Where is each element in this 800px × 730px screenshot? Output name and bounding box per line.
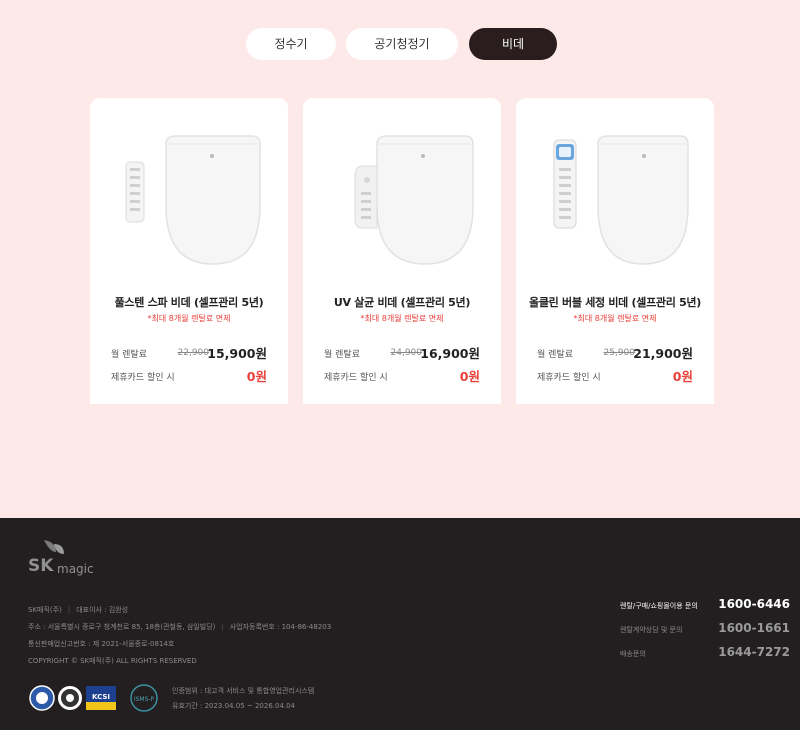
svg-text:KCSI: KCSI xyxy=(92,693,110,701)
site-footer: SK magic SK매직(주) | 대표이사 : 김완성 주소 : 서울특별시 종… xyxy=(0,518,800,730)
bidet-product-image xyxy=(553,135,689,265)
logo-magic-text: magic xyxy=(57,562,94,576)
business-number: 사업자등록번호 : 104-86-48203 xyxy=(229,623,332,631)
contact-rental-inquiry[interactable]: 렌탈/구매/쇼핑몰이용 문의 1600-6446 xyxy=(620,597,790,613)
svg-text:ISMS-P: ISMS-P xyxy=(134,696,155,703)
monthly-price-row: 월 렌탈료 25,900 21,900원 xyxy=(537,343,693,361)
product-promo: *최대 8개월 렌탈료 면제 xyxy=(360,314,444,323)
tab-bidet[interactable]: 비데 xyxy=(469,28,557,60)
ecommerce-line: 통신판매업신고번호 : 제 2021-서울종로-0814호 xyxy=(28,640,175,648)
product-card[interactable]: 올클린 버블 세정 비데 (셀프관리 5년) *최대 8개월 렌탈료 면제 월 … xyxy=(516,98,714,404)
monthly-label: 월 렌탈료 xyxy=(111,350,147,360)
contact-label: 렌탈계약상담 및 문의 xyxy=(620,626,683,634)
certification-badges: KCSI ISMS-P xyxy=(29,684,158,712)
card-discount-label: 제휴카드 할인 시 xyxy=(324,373,388,383)
contact-label: 렌탈/구매/쇼핑몰이용 문의 xyxy=(620,602,698,610)
product-name: UV 살균 비데 (셀프관리 5년) xyxy=(333,296,471,309)
kcp-badge-icon xyxy=(58,686,82,710)
tab-air-purifier[interactable]: 공기청정기 xyxy=(346,28,458,60)
company-info-line: SK매직(주) | 대표이사 : 김완성 xyxy=(28,606,129,614)
original-price: 24,900 xyxy=(390,348,423,358)
card-discount-price: 0원 xyxy=(459,369,480,384)
card-discount-label: 제휴카드 할인 시 xyxy=(111,373,175,383)
iso-badge-icon xyxy=(29,685,55,711)
contact-label: 배송문의 xyxy=(620,650,646,658)
bidet-product-image xyxy=(354,135,474,265)
company-name: SK매직(주) xyxy=(28,606,62,614)
monthly-label: 월 렌탈료 xyxy=(324,350,360,360)
logo-sk-text: SK xyxy=(28,556,54,576)
rental-price: 16,900원 xyxy=(420,346,480,361)
contact-number[interactable]: 1644-7272 xyxy=(718,645,790,659)
original-price: 22,900 xyxy=(177,348,210,358)
category-tabs: 정수기 공기청정기 비데 xyxy=(0,28,800,60)
sk-magic-logo[interactable]: SK magic xyxy=(28,538,108,580)
monthly-price-row: 월 렌탈료 24,900 16,900원 xyxy=(324,343,480,361)
kcsi-badge-icon: KCSI xyxy=(86,686,116,710)
contact-number[interactable]: 1600-1661 xyxy=(718,621,790,635)
cert-period: 유효기간 : 2023.04.05 ~ 2026.04.04 xyxy=(172,702,296,710)
monthly-label: 월 렌탈료 xyxy=(537,350,573,360)
card-discount-price: 0원 xyxy=(246,369,267,384)
product-promo: *최대 8개월 렌탈료 면제 xyxy=(147,314,231,323)
card-discount-row: 제휴카드 할인 시 0원 xyxy=(111,366,267,384)
product-name: 올클린 버블 세정 비데 (셀프관리 5년) xyxy=(529,296,701,309)
isms-p-badge-icon: ISMS-P xyxy=(130,684,158,712)
address-line: 주소 : 서울특별시 종로구 청계천로 85, 18층(관철동, 삼일빌딩) | 사… xyxy=(28,623,332,631)
product-card[interactable]: UV 살균 비데 (셀프관리 5년) *최대 8개월 렌탈료 면제 월 렌탈료 … xyxy=(303,98,501,404)
product-promo: *최대 8개월 렌탈료 면제 xyxy=(573,314,657,323)
card-discount-row: 제휴카드 할인 시 0원 xyxy=(537,366,693,384)
copyright: COPYRIGHT © SK매직(주) ALL RIGHTS RESERVED xyxy=(28,657,197,665)
product-name: 풀스텐 스파 비데 (셀프관리 5년) xyxy=(114,296,264,309)
rental-price: 21,900원 xyxy=(633,346,693,361)
contact-delivery-inquiry[interactable]: 배송문의 1644-7272 xyxy=(620,645,790,661)
cert-scope: 인증범위 : 대고객 서비스 및 통합영업관리시스템 xyxy=(172,687,315,695)
tab-water-purifier[interactable]: 정수기 xyxy=(246,28,336,60)
contact-number[interactable]: 1600-6446 xyxy=(718,597,790,611)
card-discount-label: 제휴카드 할인 시 xyxy=(537,373,601,383)
card-discount-row: 제휴카드 할인 시 0원 xyxy=(324,366,480,384)
monthly-price-row: 월 렌탈료 22,900 15,900원 xyxy=(111,343,267,361)
ceo-name: 대표이사 : 김완성 xyxy=(76,606,129,614)
company-address: 주소 : 서울특별시 종로구 청계천로 85, 18층(관철동, 삼일빌딩) xyxy=(28,623,216,631)
card-discount-price: 0원 xyxy=(672,369,693,384)
product-card[interactable]: 풀스텐 스파 비데 (셀프관리 5년) *최대 8개월 렌탈료 면제 월 렌탈료… xyxy=(90,98,288,404)
rental-price: 15,900원 xyxy=(207,346,267,361)
contact-contract-inquiry[interactable]: 렌탈계약상담 및 문의 1600-1661 xyxy=(620,621,790,637)
bidet-product-image xyxy=(125,135,261,265)
original-price: 25,900 xyxy=(603,348,636,358)
